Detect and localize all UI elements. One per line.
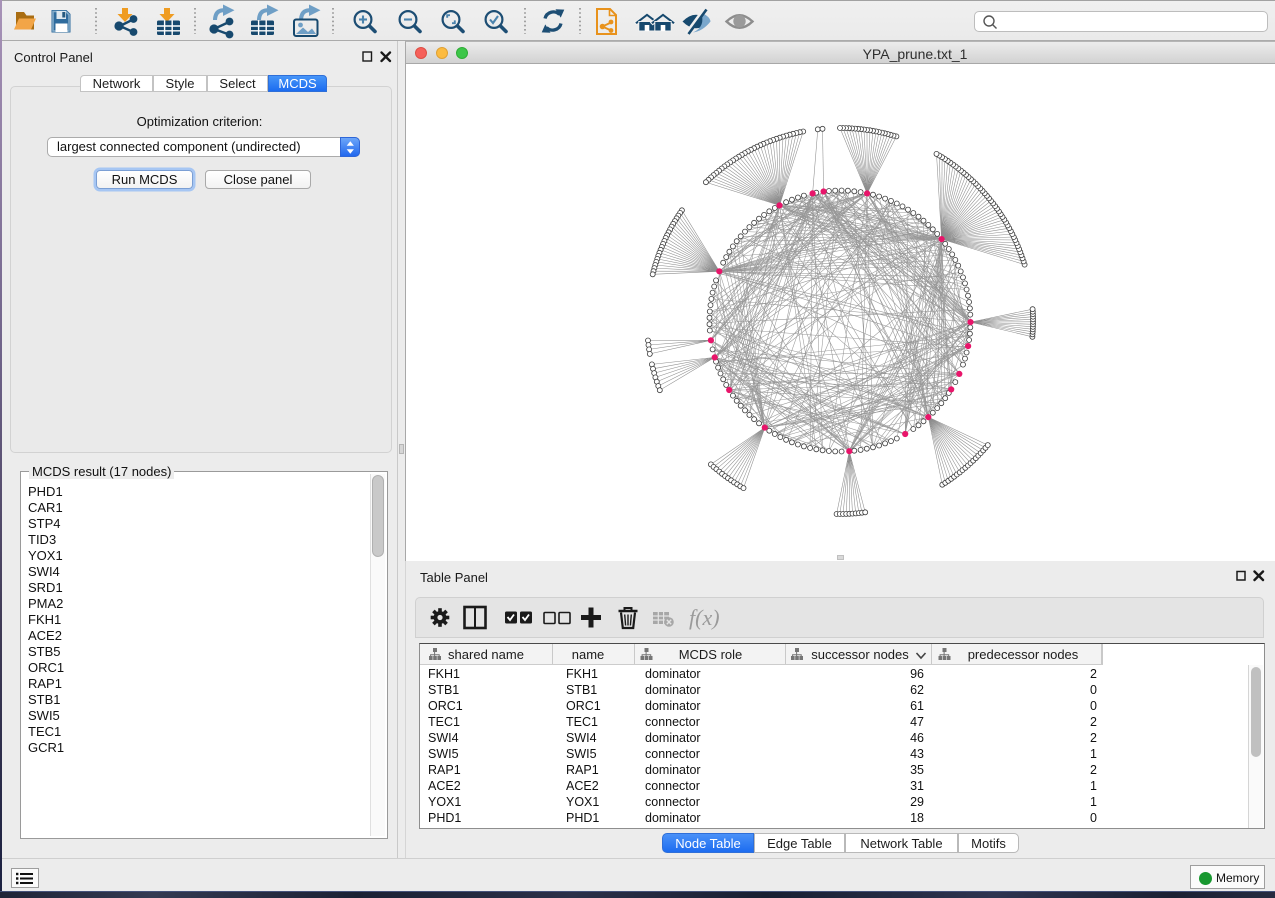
svg-text:f(x): f(x) bbox=[689, 605, 720, 630]
